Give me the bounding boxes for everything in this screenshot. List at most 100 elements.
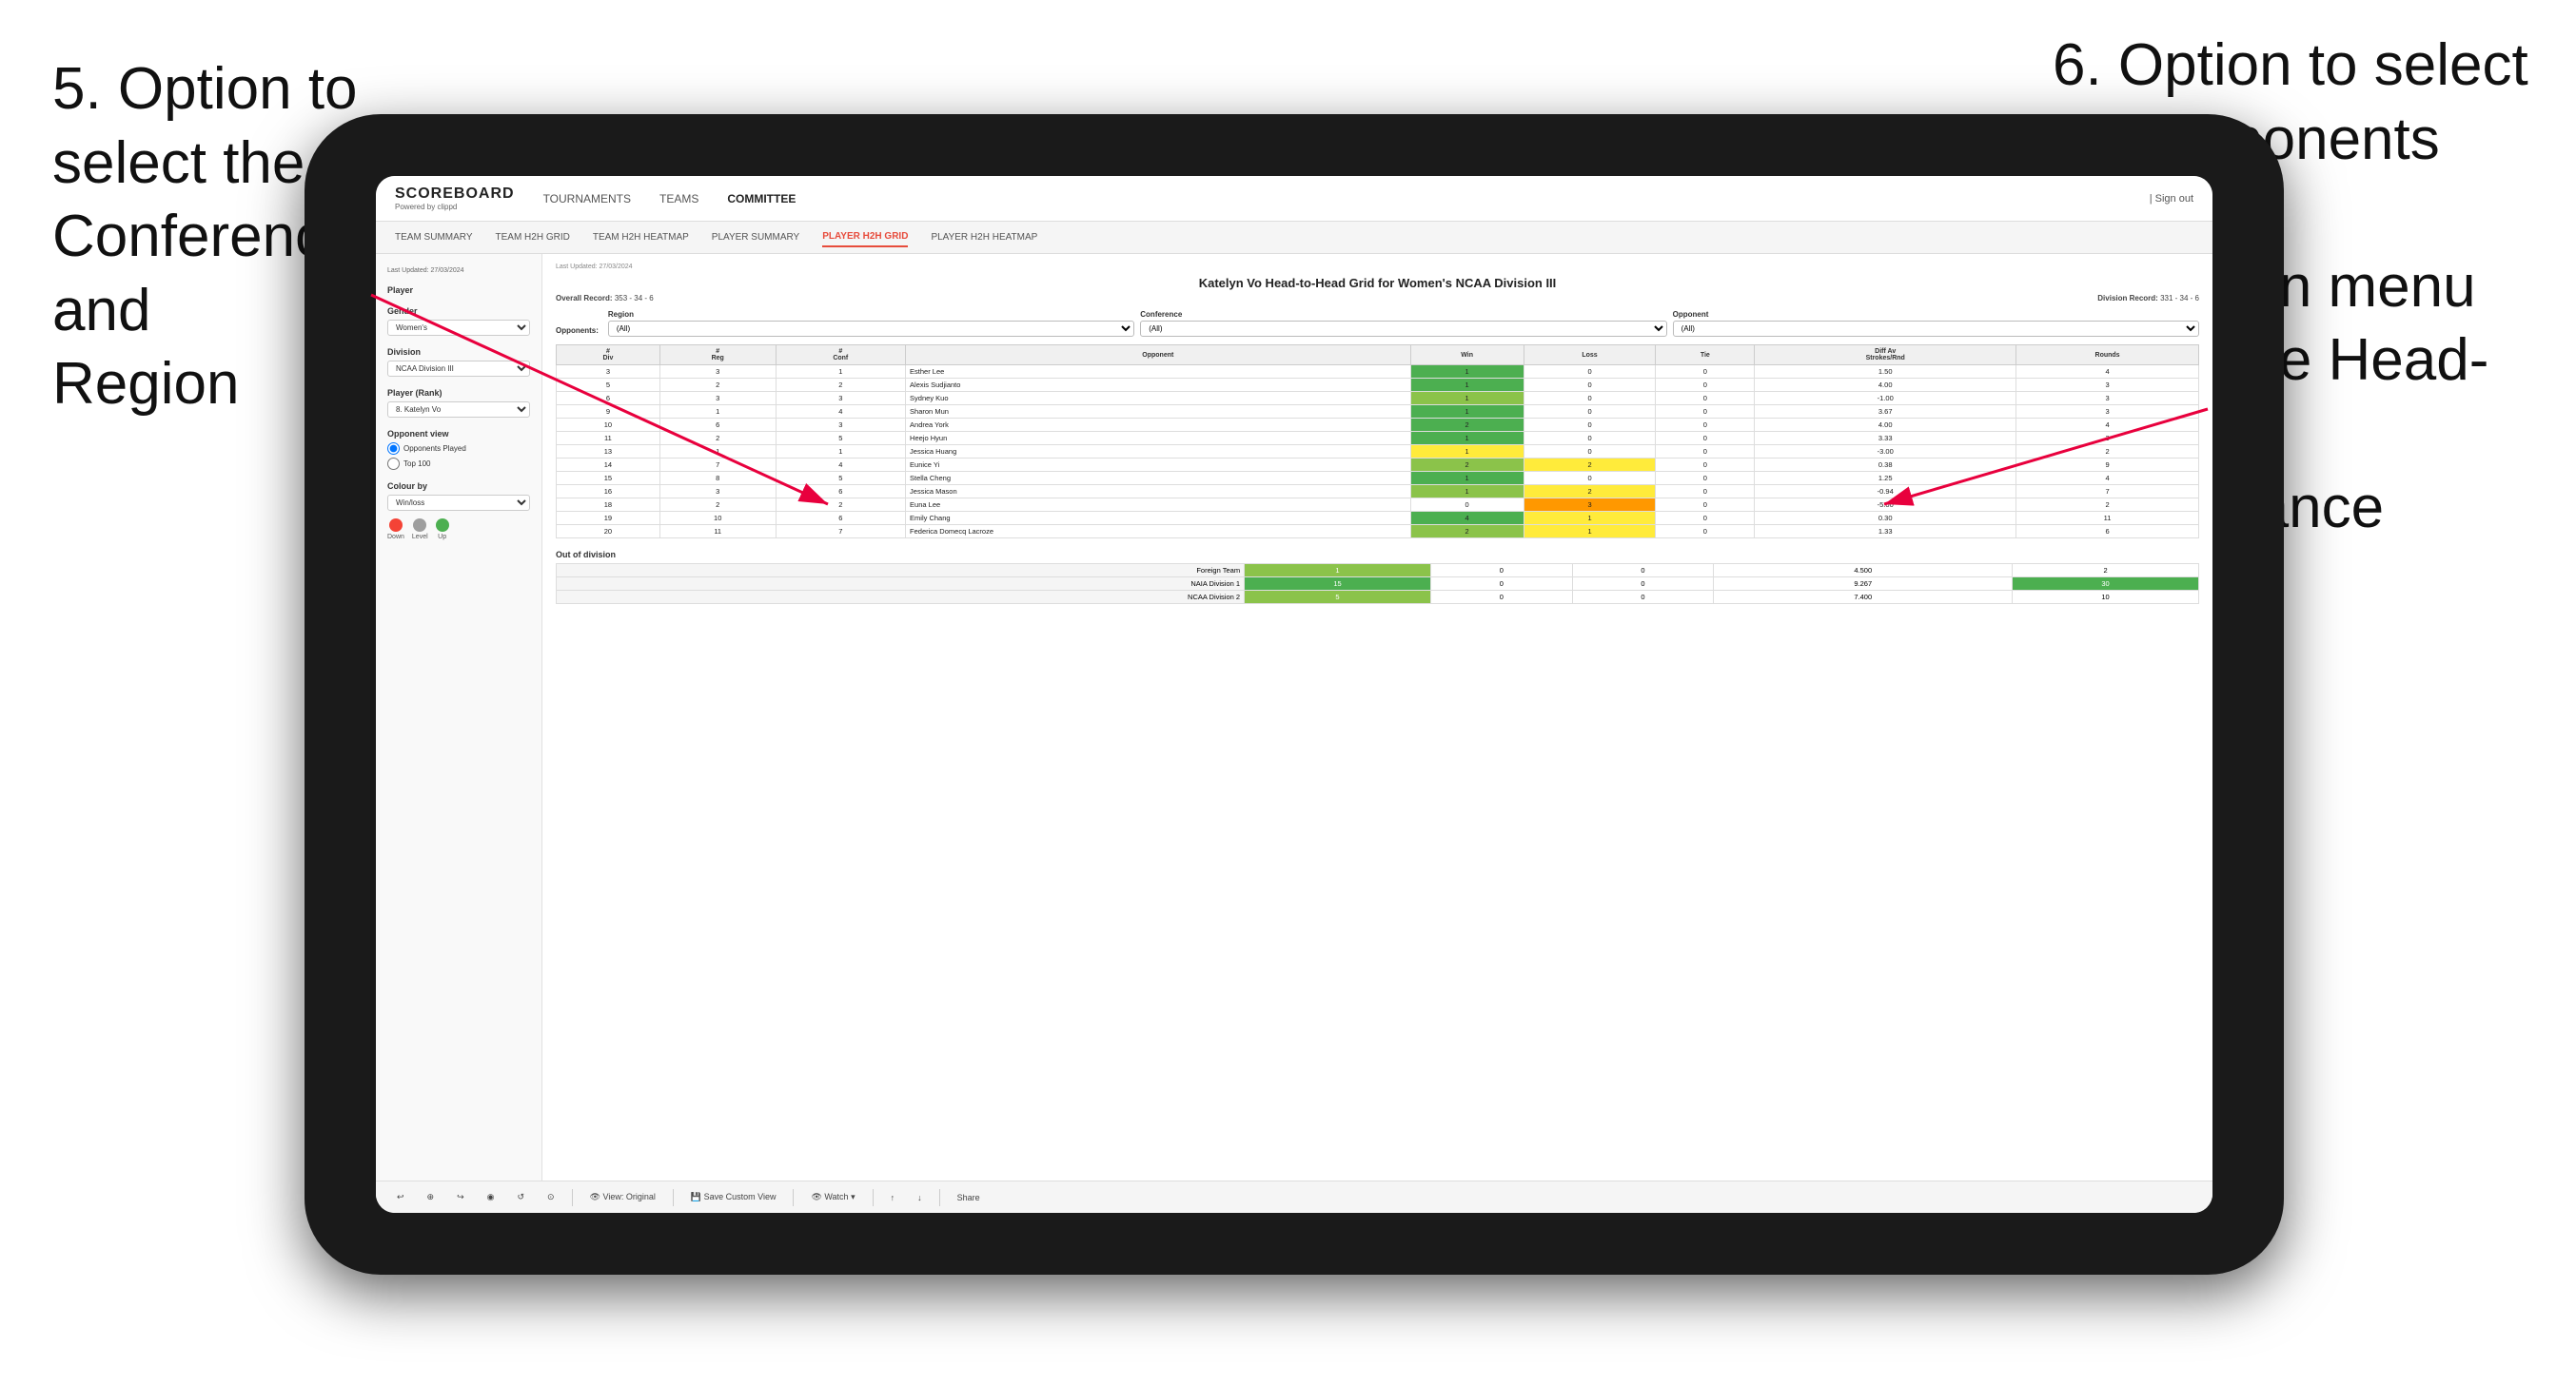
table-row: 1125 Heejo Hyun 100 3.333 bbox=[557, 432, 2199, 445]
sidebar-player-section: Player bbox=[387, 285, 530, 295]
division-select[interactable]: NCAA Division III NCAA Division I NCAA D… bbox=[387, 361, 530, 377]
radio-opponents-played[interactable]: Opponents Played bbox=[387, 442, 530, 455]
toolbar-divider-4 bbox=[873, 1189, 874, 1206]
table-header-row: #Div #Reg #Conf Opponent Win Loss Tie Di… bbox=[557, 345, 2199, 365]
logo-text: SCOREBOARD bbox=[395, 185, 515, 203]
table-row: 633 Sydney Kuo 100 -1.003 bbox=[557, 392, 2199, 405]
toolbar-watch[interactable]: 👁 Watch ▾ bbox=[805, 1190, 860, 1204]
colour-dot-up bbox=[436, 518, 449, 532]
logo-sub: Powered by clippd bbox=[395, 203, 515, 211]
sub-nav-team-h2h-grid[interactable]: TEAM H2H GRID bbox=[496, 228, 570, 246]
nav-teams[interactable]: TEAMS bbox=[659, 188, 698, 209]
toolbar-share[interactable]: Share bbox=[952, 1191, 986, 1204]
table-row: 19106 Emily Chang 410 0.3011 bbox=[557, 512, 2199, 525]
th-loss: Loss bbox=[1524, 345, 1656, 365]
toolbar-redo[interactable]: ↪ bbox=[451, 1190, 470, 1204]
toolbar-clock[interactable]: ↺ bbox=[512, 1190, 531, 1204]
table-row: 331 Esther Lee 100 1.504 bbox=[557, 365, 2199, 379]
out-of-division-label: Out of division bbox=[556, 550, 2199, 559]
sidebar-colour-section: Colour by Win/loss Down Level bbox=[387, 481, 530, 540]
sub-navbar: TEAM SUMMARY TEAM H2H GRID TEAM H2H HEAT… bbox=[376, 222, 2212, 254]
colour-dot-level bbox=[413, 518, 426, 532]
sub-nav-player-h2h-grid[interactable]: PLAYER H2H GRID bbox=[822, 227, 908, 247]
main-data-table: #Div #Reg #Conf Opponent Win Loss Tie Di… bbox=[556, 344, 2199, 538]
table-row: 1636 Jessica Mason 120 -0.947 bbox=[557, 485, 2199, 498]
toolbar-up[interactable]: ↑ bbox=[885, 1191, 901, 1204]
player-rank-select[interactable]: 8. Katelyn Vo bbox=[387, 401, 530, 418]
th-rounds: Rounds bbox=[2016, 345, 2199, 365]
out-of-division-table: Foreign Team 1 0 0 4.500 2 NAIA Division… bbox=[556, 563, 2199, 604]
overall-record: Overall Record: 353 - 34 - 6 bbox=[556, 294, 654, 303]
table-row: 1311 Jessica Huang 100 -3.002 bbox=[557, 445, 2199, 459]
toolbar-view-circle[interactable]: ⊙ bbox=[541, 1190, 560, 1204]
conference-filter: Conference (All) bbox=[1140, 310, 1666, 337]
grid-title: Katelyn Vo Head-to-Head Grid for Women's… bbox=[556, 276, 2199, 290]
th-opponent: Opponent bbox=[906, 345, 1411, 365]
table-row: 1822 Euna Lee 030 -5.002 bbox=[557, 498, 2199, 512]
last-updated-label: Last Updated: 27/03/2024 bbox=[556, 264, 2199, 270]
sidebar-last-updated: Last Updated: 27/03/2024 bbox=[387, 267, 530, 274]
region-select[interactable]: (All) bbox=[608, 321, 1134, 337]
tablet-device: SCOREBOARD Powered by clippd TOURNAMENTS… bbox=[305, 114, 2284, 1275]
filter-row: Opponents: Region (All) Conference (All) bbox=[556, 310, 2199, 337]
main-content: Last Updated: 27/03/2024 Player Gender W… bbox=[376, 254, 2212, 1213]
opponent-view-radio-group: Opponents Played Top 100 bbox=[387, 442, 530, 470]
app-navbar: SCOREBOARD Powered by clippd TOURNAMENTS… bbox=[376, 176, 2212, 222]
table-row: 914 Sharon Mun 100 3.673 bbox=[557, 405, 2199, 419]
table-row: 522 Alexis Sudjianto 100 4.003 bbox=[557, 379, 2199, 392]
toolbar-unknown1[interactable]: ⊕ bbox=[422, 1190, 441, 1204]
sub-nav-player-summary[interactable]: PLAYER SUMMARY bbox=[712, 228, 799, 246]
sidebar-division-section: Division NCAA Division III NCAA Division… bbox=[387, 347, 530, 377]
out-div-row: NAIA Division 1 15 0 0 9.267 30 bbox=[557, 577, 2199, 591]
th-conf: #Conf bbox=[776, 345, 906, 365]
nav-committee[interactable]: COMMITTEE bbox=[727, 188, 796, 209]
toolbar-view-original[interactable]: 👁 View: Original bbox=[584, 1190, 661, 1204]
th-diff: Diff AvStrokes/Rnd bbox=[1755, 345, 2016, 365]
opponents-label: Opponents: bbox=[556, 326, 599, 337]
tablet-screen: SCOREBOARD Powered by clippd TOURNAMENTS… bbox=[376, 176, 2212, 1213]
table-row: 1474 Eunice Yi 220 0.389 bbox=[557, 459, 2199, 472]
nav-items: TOURNAMENTS TEAMS COMMITTEE bbox=[543, 188, 2150, 209]
toolbar-divider-5 bbox=[939, 1189, 940, 1206]
sub-nav-team-summary[interactable]: TEAM SUMMARY bbox=[395, 228, 473, 246]
out-div-row: NCAA Division 2 5 0 0 7.400 10 bbox=[557, 591, 2199, 604]
sidebar-opponent-view-section: Opponent view Opponents Played Top 100 bbox=[387, 429, 530, 470]
th-win: Win bbox=[1410, 345, 1524, 365]
division-record: Division Record: 331 - 34 - 6 bbox=[2097, 294, 2199, 303]
toolbar-divider-2 bbox=[673, 1189, 674, 1206]
nav-sign-out[interactable]: | Sign out bbox=[2150, 193, 2193, 205]
grid-area: Last Updated: 27/03/2024 Katelyn Vo Head… bbox=[542, 254, 2212, 1213]
nav-tournaments[interactable]: TOURNAMENTS bbox=[543, 188, 631, 209]
th-tie: Tie bbox=[1656, 345, 1755, 365]
sub-nav-player-h2h-heatmap[interactable]: PLAYER H2H HEATMAP bbox=[931, 228, 1037, 246]
toolbar-divider-1 bbox=[572, 1189, 573, 1206]
table-row: 1585 Stella Cheng 100 1.254 bbox=[557, 472, 2199, 485]
sub-nav-team-h2h-heatmap[interactable]: TEAM H2H HEATMAP bbox=[593, 228, 689, 246]
toolbar-save-custom-view[interactable]: 💾 Save Custom View bbox=[685, 1190, 782, 1204]
colour-up: Up bbox=[436, 518, 449, 540]
radio-top100[interactable]: Top 100 bbox=[387, 458, 530, 470]
toolbar-down[interactable]: ↓ bbox=[912, 1191, 928, 1204]
toolbar-copy[interactable]: ◉ bbox=[482, 1190, 501, 1204]
colour-by-select[interactable]: Win/loss bbox=[387, 495, 530, 511]
opponent-select[interactable]: (All) bbox=[1673, 321, 2199, 337]
main-data-table-section: #Div #Reg #Conf Opponent Win Loss Tie Di… bbox=[556, 344, 2199, 538]
th-div: #Div bbox=[557, 345, 660, 365]
gender-select[interactable]: Women's Men's bbox=[387, 320, 530, 336]
region-filter: Region (All) bbox=[608, 310, 1134, 337]
records-row: Overall Record: 353 - 34 - 6 Division Re… bbox=[556, 294, 2199, 303]
toolbar-undo[interactable]: ↩ bbox=[391, 1190, 410, 1204]
colour-legend: Down Level Up bbox=[387, 518, 530, 540]
sidebar: Last Updated: 27/03/2024 Player Gender W… bbox=[376, 254, 542, 1213]
sidebar-gender-section: Gender Women's Men's bbox=[387, 306, 530, 336]
colour-down: Down bbox=[387, 518, 404, 540]
bottom-toolbar: ↩ ⊕ ↪ ◉ ↺ ⊙ 👁 View: Original 💾 Save Cust… bbox=[376, 1181, 2212, 1213]
sidebar-player-rank-section: Player (Rank) 8. Katelyn Vo bbox=[387, 388, 530, 418]
conference-select[interactable]: (All) bbox=[1140, 321, 1666, 337]
colour-level: Level bbox=[412, 518, 428, 540]
out-div-row: Foreign Team 1 0 0 4.500 2 bbox=[557, 564, 2199, 577]
th-reg: #Reg bbox=[659, 345, 776, 365]
scoreboard-logo: SCOREBOARD Powered by clippd bbox=[395, 185, 515, 211]
opponent-filter: Opponent (All) bbox=[1673, 310, 2199, 337]
table-row: 1063 Andrea York 200 4.004 bbox=[557, 419, 2199, 432]
